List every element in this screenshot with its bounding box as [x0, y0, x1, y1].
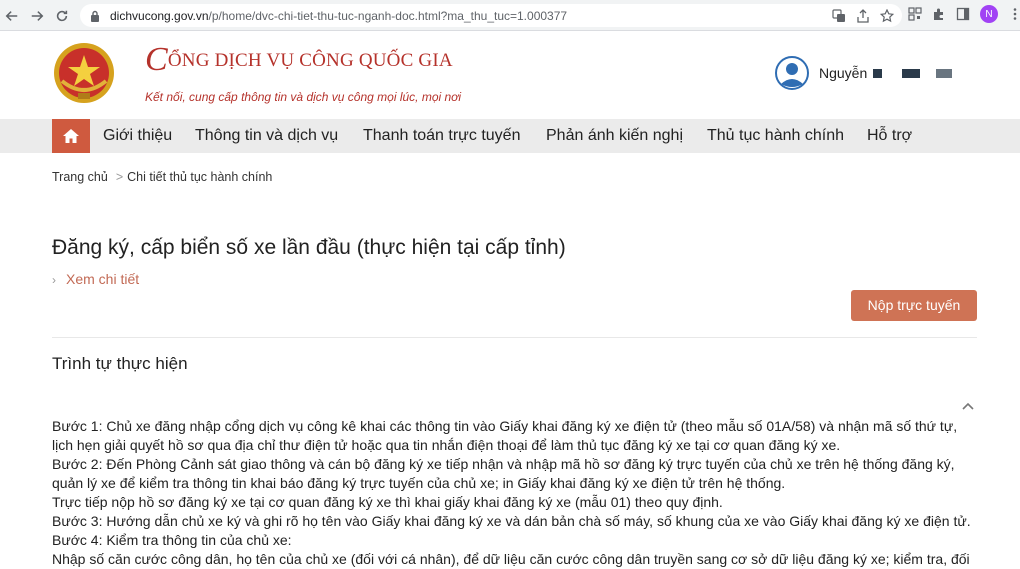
breadcrumb-current: Chi tiết thủ tục hành chính: [127, 170, 273, 184]
chevron-right-icon: ›: [52, 273, 56, 287]
nav-thu-tuc-hanh-chinh[interactable]: Thủ tục hành chính: [707, 119, 844, 153]
chevron-up-icon[interactable]: [960, 398, 976, 414]
see-detail-link[interactable]: › Xem chi tiết: [52, 271, 139, 287]
more-menu-icon[interactable]: [1008, 7, 1020, 21]
nav-thanh-toan[interactable]: Thanh toán trực tuyến: [363, 119, 520, 153]
breadcrumb-separator-icon: >: [115, 170, 124, 184]
share-icon[interactable]: [856, 8, 870, 23]
nav-ho-tro[interactable]: Hỗ trợ: [867, 119, 912, 153]
redacted-block: [902, 68, 921, 78]
procedure-line: Bước 4: Kiểm tra thông tin của chủ xe:: [52, 532, 292, 548]
url-host: dichvucong.gov.vn: [110, 8, 209, 23]
url-path: /p/home/dvc-chi-tiet-thu-tuc-nganh-doc.h…: [208, 8, 568, 23]
back-icon[interactable]: [0, 4, 24, 28]
extensions-icon[interactable]: [932, 7, 946, 21]
submit-online-button[interactable]: Nộp trực tuyến: [851, 290, 977, 321]
procedure-line: Bước 1: Chủ xe đăng nhập cổng dịch vụ cô…: [52, 418, 958, 434]
national-emblem-logo[interactable]: [52, 41, 116, 105]
profile-avatar[interactable]: N: [980, 5, 998, 23]
side-panel-icon[interactable]: [956, 7, 970, 21]
user-name[interactable]: Nguyễn: [819, 65, 867, 81]
page-title: Đăng ký, cấp biển số xe lần đầu (thực hi…: [52, 236, 566, 259]
redacted-block: [873, 68, 883, 78]
home-button[interactable]: [52, 119, 90, 153]
procedure-line: Trực tiếp nộp hồ sơ đăng ký xe tại cơ qu…: [52, 494, 723, 510]
address-bar[interactable]: dichvucong.gov.vn/p/home/dvc-chi-tiet-th…: [80, 4, 902, 27]
translate-icon[interactable]: [832, 8, 846, 23]
nav-thong-tin-dich-vu[interactable]: Thông tin và dịch vụ: [195, 119, 338, 153]
portal-title-initial: C: [145, 41, 168, 78]
nav-phan-anh-kien-nghi[interactable]: Phản ánh kiến nghị: [546, 119, 683, 153]
qr-icon[interactable]: [908, 7, 922, 21]
portal-title-rest: ỔNG DỊCH VỤ CÔNG QUỐC GIA: [167, 50, 453, 71]
portal-title[interactable]: CỔNG DỊCH VỤ CÔNG QUỐC GIA: [145, 43, 453, 77]
user-menu[interactable]: Nguyễn: [775, 56, 953, 90]
lock-icon: [91, 10, 99, 22]
procedure-line: Bước 3: Hướng dẫn chủ xe ký và ghi rõ họ…: [52, 513, 971, 529]
main-navigation: Giới thiệu Thông tin và dịch vụ Thanh to…: [0, 119, 1020, 153]
procedure-line: Nhập số căn cước công dân, họ tên của ch…: [52, 551, 970, 567]
portal-tagline: Kết nối, cung cấp thông tin và dịch vụ c…: [145, 90, 462, 104]
procedure-steps: Bước 1: Chủ xe đăng nhập cổng dịch vụ cô…: [52, 417, 992, 569]
procedure-line: quản lý xe để kiểm tra thông tin khai bá…: [52, 475, 786, 491]
browser-toolbar: dichvucong.gov.vn/p/home/dvc-chi-tiet-th…: [0, 0, 1020, 31]
divider: [52, 337, 977, 338]
breadcrumb: Trang chủ > Chi tiết thủ tục hành chính: [52, 170, 272, 184]
home-icon: [63, 129, 79, 143]
site-header: CỔNG DỊCH VỤ CÔNG QUỐC GIA Kết nối, cung…: [0, 31, 1020, 119]
redacted-block: [936, 68, 953, 78]
procedure-line: lịch hẹn giải quyết hồ sơ qua địa chỉ th…: [52, 437, 841, 453]
user-avatar-icon[interactable]: [775, 56, 809, 90]
see-detail-label: Xem chi tiết: [66, 271, 140, 287]
reload-icon[interactable]: [50, 4, 74, 28]
forward-icon[interactable]: [25, 4, 49, 28]
section-title: Trình tự thực hiện: [52, 354, 188, 373]
bookmark-star-icon[interactable]: [880, 8, 894, 23]
nav-gioi-thieu[interactable]: Giới thiệu: [103, 119, 172, 153]
breadcrumb-home[interactable]: Trang chủ: [52, 170, 108, 184]
procedure-line: Bước 2: Đến Phòng Cảnh sát giao thông và…: [52, 456, 955, 472]
